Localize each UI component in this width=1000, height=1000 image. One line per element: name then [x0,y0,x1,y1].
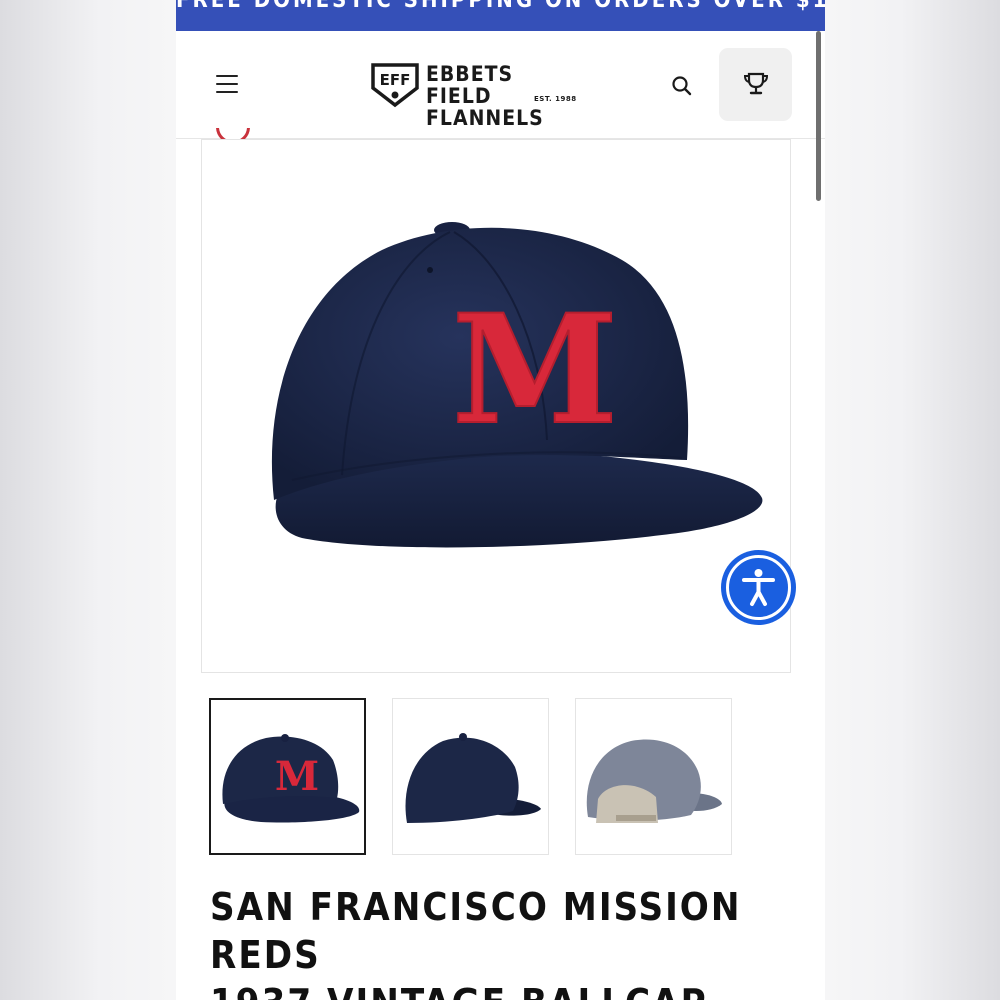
menu-icon[interactable] [216,75,238,93]
accessibility-button[interactable] [721,550,796,625]
promo-text: FREE DOMESTIC SHIPPING ON ORDERS OVER $1… [176,0,825,13]
svg-text:M: M [275,753,319,800]
mobile-viewport: FREE DOMESTIC SHIPPING ON ORDERS OVER $1… [176,0,825,1000]
thumbnail-front-image: M [222,734,360,823]
site-header: EFF EBBETS FIELD FLANNELS EST. 1988 [176,31,825,201]
trophy-icon [743,72,769,95]
logo-shield-icon: EFF [371,63,419,108]
svg-text:M: M [452,282,618,458]
logo-est: EST. 1988 [534,95,577,103]
promo-banner[interactable]: FREE DOMESTIC SHIPPING ON ORDERS OVER $1… [176,0,825,31]
ballcap-image: M [271,222,763,548]
thumbnail-back-image [586,739,722,823]
product-main-image[interactable]: M [201,139,791,673]
product-title-line-2: 1937 VINTAGE BALLCAP [210,979,810,1000]
thumbnail-side-image [405,733,541,823]
brand-logo[interactable]: EFF EBBETS FIELD FLANNELS EST. 1988 [370,61,580,129]
thumbnail-front[interactable]: M [209,698,366,855]
thumbnail-back[interactable] [575,698,732,855]
product-title: SAN FRANCISCO MISSION REDS 1937 VINTAGE … [210,883,810,1000]
logo-line-2: FLANNELS [426,106,544,130]
product-title-line-1: SAN FRANCISCO MISSION REDS [210,885,742,977]
trophy-button[interactable] [719,48,792,121]
svg-text:EFF: EFF [380,71,411,89]
accessibility-icon [726,555,791,620]
scrollbar[interactable] [816,31,821,201]
search-icon[interactable] [670,74,694,98]
thumbnail-side[interactable] [392,698,549,855]
